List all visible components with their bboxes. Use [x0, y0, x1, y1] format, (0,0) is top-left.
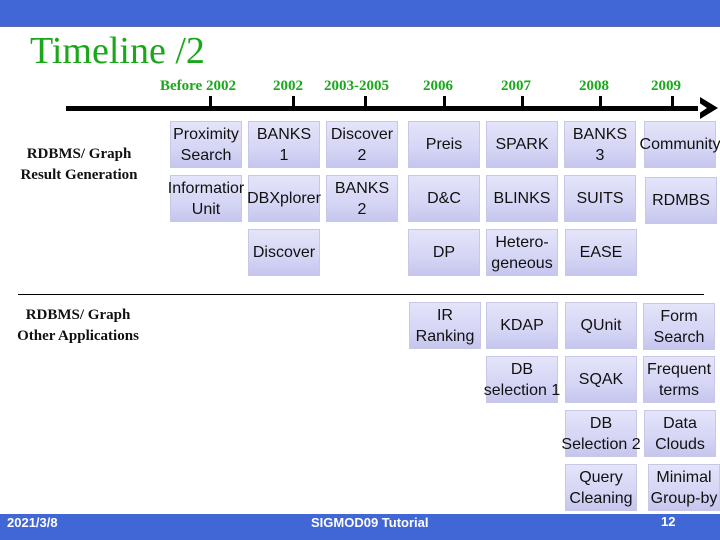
timeline-box-rdmbs: RDMBS: [645, 177, 717, 224]
timeline-box-banks-3: BANKS 3: [564, 121, 636, 168]
section-label-line: Other Applications: [17, 328, 139, 344]
timeline-box-ir-ranking: IR Ranking: [409, 302, 481, 349]
year-label: 2009: [651, 78, 681, 94]
section-label-line: Result Generation: [20, 167, 138, 183]
timeline-box-dc: D&C: [408, 175, 480, 222]
timeline-box-dbxplorer: DBXplorer: [247, 175, 321, 222]
section-label-other-applications: RDBMS/ Graph Other Applications: [0, 305, 156, 347]
timeline-axis: [66, 106, 706, 111]
timeline-box-db-selection-2: DB Selection 2: [561, 410, 641, 457]
section-label-line: RDBMS/ Graph: [25, 307, 131, 323]
timeline-box-query-cleaning: Query Cleaning: [565, 464, 637, 511]
year-label: 2003-2005: [324, 78, 389, 94]
timeline-box-qunit: QUnit: [565, 302, 637, 349]
timeline-box-discover: Discover: [248, 229, 320, 276]
page-number: 12: [661, 514, 676, 529]
timeline-box-discover-2: Discover 2: [326, 121, 398, 168]
year-label: 2006: [423, 78, 453, 94]
timeline-box-banks-1: BANKS 1: [248, 121, 320, 168]
year-label: Before 2002: [160, 78, 236, 94]
timeline-tick: [443, 96, 446, 107]
timeline-box-kdap: KDAP: [486, 302, 558, 349]
timeline-box-community: Community: [640, 121, 720, 168]
timeline-box-minimal-group-by: Minimal Group-by: [648, 464, 720, 511]
timeline-arrowhead-notch: [698, 102, 707, 114]
timeline-box-data-clouds: Data Clouds: [644, 410, 716, 457]
timeline-tick: [671, 96, 674, 107]
timeline-tick: [292, 96, 295, 107]
section-divider: [18, 294, 704, 295]
timeline-box-information-unit: Informatior Unit: [168, 175, 244, 222]
timeline-box-db-selection-1: DB selection 1: [484, 356, 560, 403]
timeline-box-proximity-search: Proximity Search: [170, 121, 242, 168]
timeline-box-suits: SUITS: [564, 175, 636, 222]
timeline-tick: [209, 96, 212, 107]
timeline-box-heterogeneous: Hetero- geneous: [486, 229, 558, 276]
timeline-box-form-search: Form Search: [643, 303, 715, 350]
year-label: 2002: [273, 78, 303, 94]
timeline-box-dp: DP: [408, 229, 480, 276]
timeline-tick: [599, 96, 602, 107]
section-label-result-generation: RDBMS/ Graph Result Generation: [8, 144, 150, 186]
timeline-box-banks-2: BANKS 2: [326, 175, 398, 222]
timeline-box-sqak: SQAK: [565, 356, 637, 403]
footer-title: SIGMOD09 Tutorial: [311, 515, 429, 530]
timeline-box-blinks: BLINKS: [486, 175, 558, 222]
top-banner: [0, 0, 720, 27]
section-label-line: RDBMS/ Graph: [26, 146, 132, 162]
year-label: 2008: [579, 78, 609, 94]
footer-date: 2021/3/8: [7, 515, 58, 530]
timeline-tick: [521, 96, 524, 107]
year-label: 2007: [501, 78, 531, 94]
timeline-box-preis: Preis: [408, 121, 480, 168]
timeline-box-ease: EASE: [565, 229, 637, 276]
timeline-box-spark: SPARK: [486, 121, 558, 168]
timeline-box-frequent-terms: Frequent terms: [643, 356, 715, 403]
slide-title: Timeline /2: [30, 30, 205, 72]
timeline-tick: [364, 96, 367, 107]
